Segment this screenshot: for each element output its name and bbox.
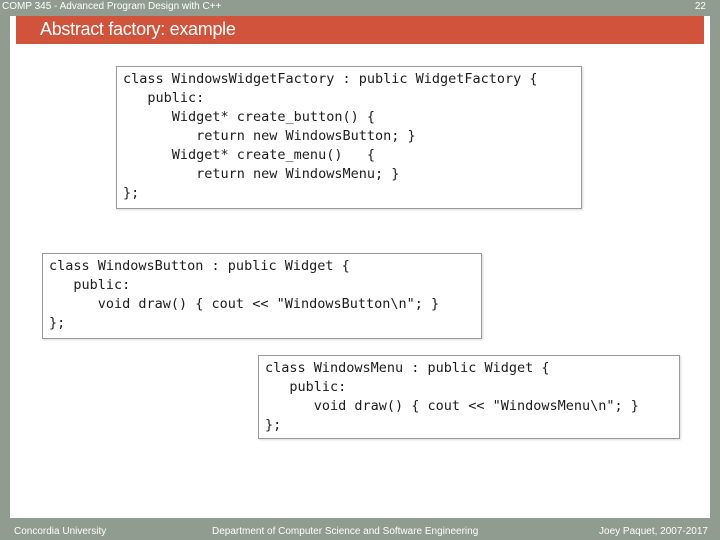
- code-block-windows-widget-factory: class WindowsWidgetFactory : public Widg…: [116, 66, 582, 209]
- code-line: Widget* create_menu() {: [123, 147, 375, 163]
- course-label: COMP 345 - Advanced Program Design with …: [2, 1, 222, 12]
- title-bar: Abstract factory: example: [16, 16, 704, 44]
- code-line: public:: [123, 90, 205, 106]
- code-block-windows-menu: class WindowsMenu : public Widget { publ…: [258, 355, 680, 439]
- code-line: return new WindowsButton; }: [123, 128, 416, 144]
- code-line: Widget* create_button() {: [123, 109, 375, 125]
- code-line: class WindowsWidgetFactory : public Widg…: [123, 71, 538, 87]
- code-line: public:: [49, 277, 131, 293]
- code-line: void draw() { cout << "WindowsButton\n";…: [49, 296, 440, 312]
- code-block-windows-button: class WindowsButton : public Widget { pu…: [42, 253, 482, 339]
- footer-department: Department of Computer Science and Softw…: [212, 526, 479, 537]
- slide-title: Abstract factory: example: [40, 19, 236, 39]
- footer-university: Concordia University: [14, 526, 107, 537]
- code-line: };: [265, 417, 282, 433]
- code-line: void draw() { cout << "WindowsMenu\n"; }: [265, 398, 639, 414]
- code-line: public:: [265, 379, 347, 395]
- code-line: };: [123, 185, 140, 201]
- left-frame-strip: [0, 0, 10, 540]
- right-frame-strip: [710, 0, 720, 540]
- code-line: class WindowsMenu : public Widget {: [265, 360, 550, 376]
- code-line: class WindowsButton : public Widget {: [49, 258, 350, 274]
- slide: COMP 345 - Advanced Program Design with …: [0, 0, 720, 540]
- code-line: };: [49, 315, 66, 331]
- slide-number: 22: [694, 1, 706, 12]
- footer-author: Joey Paquet, 2007-2017: [599, 526, 708, 537]
- code-line: return new WindowsMenu; }: [123, 166, 400, 182]
